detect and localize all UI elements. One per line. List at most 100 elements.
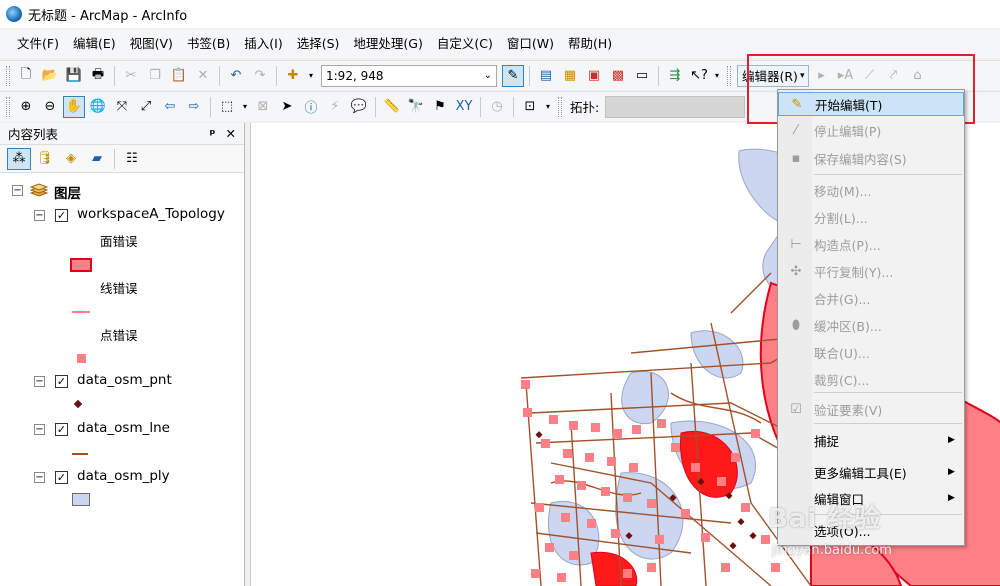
identify-icon[interactable]: ⓘ	[300, 96, 322, 118]
menu-item-validate-features[interactable]: ☑ 验证要素(V)	[778, 397, 964, 421]
layer-name-topology[interactable]: workspaceA_Topology	[77, 206, 225, 222]
pan-hand-icon[interactable]: ✋	[63, 95, 85, 118]
menu-item-construct-points[interactable]: ⊢ 构造点(P)...	[778, 232, 964, 256]
menu-item-save-edits[interactable]: ▪ 保存编辑内容(S)	[778, 146, 964, 170]
toolbar-grip[interactable]	[6, 96, 10, 117]
measure-icon[interactable]: 📏	[381, 96, 403, 118]
menu-bookmarks[interactable]: 书签(B)	[180, 32, 237, 56]
layer-name-osm-lne[interactable]: data_osm_lne	[77, 420, 170, 436]
layer-name-osm-ply[interactable]: data_osm_ply	[77, 468, 170, 484]
toolbar-grip[interactable]	[558, 96, 562, 117]
html-popup-icon[interactable]: 💬	[348, 96, 370, 118]
layer-visibility-checkbox[interactable]: ✓	[55, 375, 68, 388]
full-extent-globe-icon[interactable]: 🌐	[87, 96, 109, 118]
map-scale-combo[interactable]: 1:92, 948 ⌄	[321, 64, 497, 87]
menu-insert[interactable]: 插入(I)	[237, 32, 289, 56]
create-viewer-window-icon[interactable]: ⊡	[519, 96, 541, 118]
menu-geoprocessing[interactable]: 地理处理(G)	[346, 32, 429, 56]
menu-item-start-editing[interactable]: ✎ 开始编辑(T)	[778, 92, 964, 116]
list-by-drawing-order-icon[interactable]: ⁂	[7, 147, 31, 170]
select-elements-arrow-icon[interactable]: ➤	[276, 96, 298, 118]
menu-item-snapping[interactable]: 捕捉 ▶	[778, 428, 964, 452]
menu-item-more-editing-tools[interactable]: 更多编辑工具(E) ▶	[778, 460, 964, 484]
python-window-icon[interactable]: ▭	[631, 65, 653, 87]
copy-icon[interactable]: ❐	[144, 65, 166, 87]
hyperlink-icon[interactable]: ⚡	[324, 96, 346, 118]
menu-item-split[interactable]: 分割(L)...	[778, 205, 964, 229]
list-by-visibility-icon[interactable]: ◈	[59, 148, 83, 170]
close-icon[interactable]: ✕	[226, 126, 236, 141]
cut-icon[interactable]: ✂	[120, 65, 142, 87]
menu-item-stop-editing[interactable]: ⁄ 停止编辑(P)	[778, 118, 964, 142]
list-by-selection-icon[interactable]: ▰	[85, 148, 109, 170]
find-binoculars-icon[interactable]: 🔭	[405, 96, 427, 118]
menu-edit[interactable]: 编辑(E)	[66, 32, 123, 56]
list-by-source-icon[interactable]: 🛢	[33, 148, 57, 170]
fixed-zoom-in-icon[interactable]: ⤧	[111, 96, 133, 118]
new-document-icon[interactable]: 🗋	[15, 65, 37, 87]
toolbar-options-icon[interactable]: ▾	[543, 96, 553, 118]
menu-item-move[interactable]: 移动(M)...	[778, 178, 964, 202]
zoom-in-icon[interactable]: ⊕	[15, 96, 37, 118]
find-route-icon[interactable]: ⚑	[429, 96, 451, 118]
select-dropdown-icon[interactable]: ▾	[240, 96, 250, 118]
add-data-dropdown-icon[interactable]: ▾	[306, 65, 316, 87]
topology-combo[interactable]	[605, 95, 746, 118]
print-icon[interactable]: 🖶	[87, 65, 109, 87]
toolbar-grip[interactable]	[6, 65, 10, 86]
go-back-arrow-icon[interactable]: ⇦	[159, 96, 181, 118]
layer-name-osm-pnt[interactable]: data_osm_pnt	[77, 372, 172, 388]
time-slider-icon[interactable]: ◷	[486, 96, 508, 118]
delete-icon[interactable]: ✕	[192, 65, 214, 87]
menu-item-merge[interactable]: 合并(G)...	[778, 286, 964, 310]
root-layers-label: 图层	[54, 186, 81, 202]
zoom-out-icon[interactable]: ⊖	[39, 96, 61, 118]
editor-toolbar-icon[interactable]: ✎	[502, 64, 524, 87]
menu-item-clip[interactable]: 裁剪(C)...	[778, 367, 964, 391]
toolbar-options-icon[interactable]: ▾	[712, 65, 722, 87]
chevron-down-icon[interactable]: ⌄	[484, 70, 492, 81]
menu-view[interactable]: 视图(V)	[123, 32, 180, 56]
go-forward-arrow-icon[interactable]: ⇨	[183, 96, 205, 118]
menu-windows[interactable]: 窗口(W)	[500, 32, 561, 56]
toc-window-icon[interactable]: ▤	[535, 65, 557, 87]
arctoolbox-icon[interactable]: ▩	[607, 65, 629, 87]
go-to-xy-icon[interactable]: XY	[453, 96, 475, 118]
copy-parallel-icon: ✣	[790, 263, 802, 279]
pin-icon[interactable]: ᵖ	[210, 126, 216, 141]
menu-item-copy-parallel[interactable]: ✣ 平行复制(Y)...	[778, 259, 964, 283]
whats-this-icon[interactable]: ↖?	[688, 65, 710, 87]
model-builder-icon[interactable]: ⇶	[664, 65, 686, 87]
layer-visibility-checkbox[interactable]: ✓	[55, 471, 68, 484]
layer-visibility-checkbox[interactable]: ✓	[55, 209, 68, 222]
catalog-window-icon[interactable]: ▦	[559, 65, 581, 87]
fixed-zoom-out-icon[interactable]: ⤢	[135, 96, 157, 118]
add-data-icon[interactable]: ✚	[282, 65, 304, 87]
layer-visibility-checkbox[interactable]: ✓	[55, 423, 68, 436]
collapse-icon[interactable]: −	[34, 376, 45, 387]
open-folder-icon[interactable]: 📂	[39, 65, 61, 87]
collapse-icon[interactable]: −	[12, 185, 23, 196]
menu-file[interactable]: 文件(F)	[10, 32, 66, 56]
map-polygon	[690, 330, 744, 379]
toolbar-grip[interactable]	[727, 65, 731, 86]
paste-icon[interactable]: 📋	[168, 65, 190, 87]
menu-selection[interactable]: 选择(S)	[290, 32, 347, 56]
search-window-icon[interactable]: ▣	[583, 65, 605, 87]
undo-icon[interactable]: ↶	[225, 65, 247, 87]
collapse-icon[interactable]: −	[34, 424, 45, 435]
collapse-icon[interactable]: −	[34, 472, 45, 483]
redo-icon[interactable]: ↷	[249, 65, 271, 87]
toc-title: 内容列表	[8, 127, 59, 142]
collapse-icon[interactable]: −	[34, 210, 45, 221]
menu-item-union[interactable]: 联合(U)...	[778, 340, 964, 364]
toc-options-icon[interactable]: ☷	[120, 148, 144, 170]
menu-customize[interactable]: 自定义(C)	[430, 32, 500, 56]
menu-help[interactable]: 帮助(H)	[561, 32, 619, 56]
select-features-icon[interactable]: ⬚	[216, 96, 238, 118]
menu-item-buffer[interactable]: ⬮ 缓冲区(B)...	[778, 313, 964, 337]
pencil-icon: ✎	[791, 96, 803, 112]
save-icon[interactable]: 💾	[63, 65, 85, 87]
clear-selection-icon[interactable]: ⊠	[252, 96, 274, 118]
legend-label-line-error: 线错误	[100, 281, 138, 296]
